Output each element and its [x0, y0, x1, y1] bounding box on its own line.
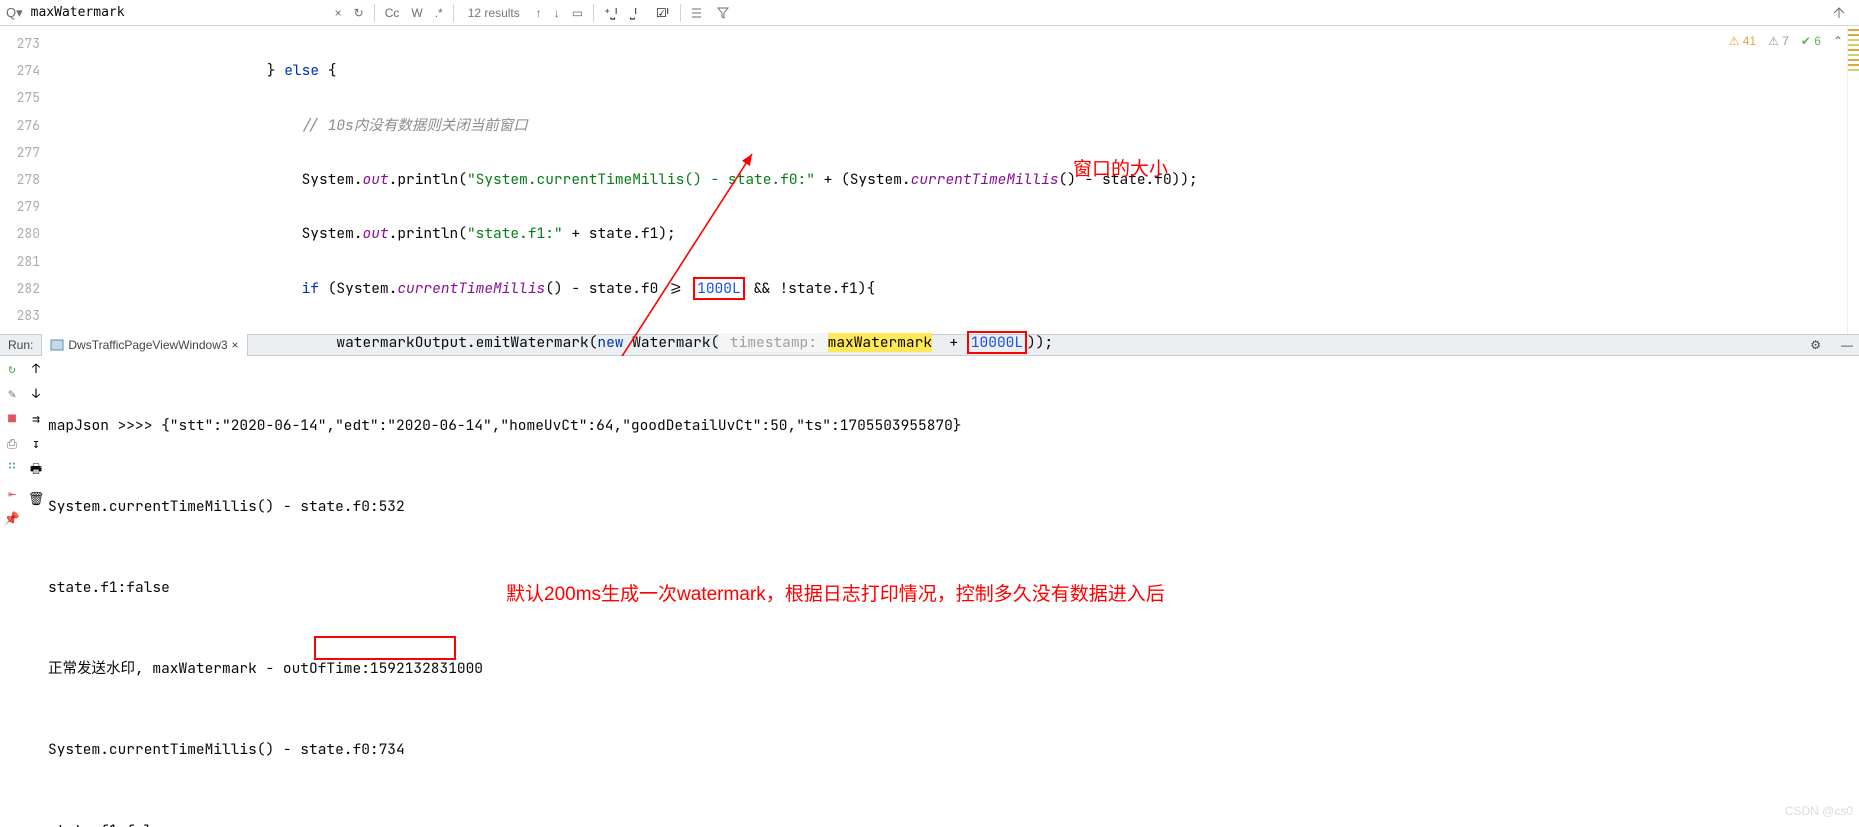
chevron-down-icon[interactable]: ⌃	[1833, 34, 1843, 48]
highlight-maxwatermark: maxWatermark	[828, 333, 932, 352]
regex-button[interactable]: .*	[429, 6, 449, 20]
console-output[interactable]: mapJson >>>> {"stt":"2020-06-14","edt":"…	[48, 356, 1859, 827]
typo-icon[interactable]: ✔ 6	[1801, 34, 1821, 48]
rerun-icon[interactable]: ↻	[8, 360, 16, 377]
search-input[interactable]	[29, 4, 329, 21]
warning-icon[interactable]: ⚠ 41	[1729, 34, 1756, 48]
scroll-to-end-icon[interactable]: ↧	[32, 435, 40, 452]
results-count: 12 results	[458, 6, 530, 20]
hide-toolbar-icon[interactable]	[1827, 7, 1851, 19]
separator	[374, 4, 375, 22]
line-number: 273	[0, 30, 58, 57]
run-tool-window: ↻ ✎ ■ ⎙ ⠛ ⇤ 📌 ↑ ↓ ⇉ ↧ 🖶 🗑 mapJson >>>> {…	[0, 356, 1859, 827]
svg-text:☑ᴵ: ☑ᴵ	[656, 6, 669, 20]
code-area[interactable]: } else { // 10s内没有数据则关闭当前窗口 System.out.p…	[58, 26, 1847, 334]
line-number: 278	[0, 166, 58, 193]
svg-text:⎵ᴵ: ⎵ᴵ	[630, 6, 637, 20]
console-line: state.f1:false	[48, 817, 1859, 827]
show-options-icon[interactable]	[685, 6, 711, 20]
line-number: 283	[0, 302, 58, 329]
pin-icon[interactable]: 📌	[4, 510, 20, 527]
line-number: 277	[0, 139, 58, 166]
line-number: 275	[0, 84, 58, 111]
run-label: Run:	[0, 334, 42, 356]
image-watermark: CSDN @cs0	[1785, 798, 1853, 825]
select-all-icon[interactable]: ▭	[566, 6, 589, 20]
weak-warning-icon[interactable]: ⚠ 7	[1768, 34, 1789, 48]
code-editor[interactable]: 273 274 275 276 277 278 279 280 281 282 …	[0, 26, 1859, 334]
svg-text:⁺⎵ᴵ: ⁺⎵ᴵ	[604, 6, 617, 20]
highlighted-value-box	[314, 636, 456, 660]
remove-selection-icon[interactable]: ⎵ᴵ	[624, 6, 650, 20]
line-number: 282	[0, 275, 58, 302]
window-size-annotation: 窗口的大小	[1073, 156, 1168, 183]
prev-match-icon[interactable]: ↑	[530, 6, 548, 20]
console-line: mapJson >>>> {"stt":"2020-06-14","edt":"…	[48, 412, 1859, 439]
run-second-toolbar: ↑ ↓ ⇉ ↧ 🖶 🗑	[24, 356, 48, 827]
console-line: System.currentTimeMillis() - state.f0:53…	[48, 493, 1859, 520]
separator	[453, 4, 454, 22]
clear-icon[interactable]: 🗑	[28, 490, 45, 507]
window-size-value: 10000L	[967, 331, 1027, 354]
line-number: 276	[0, 112, 58, 139]
watermark-annotation: 默认200ms生成一次watermark，根据日志打印情况，控制多久没有数据进入…	[506, 581, 1165, 608]
words-button[interactable]: W	[405, 6, 428, 20]
inspection-widget[interactable]: ⚠ 41 ⚠ 7 ✔ 6 ⌃	[1729, 34, 1843, 48]
line-number: 274	[0, 57, 58, 84]
filter-icon[interactable]	[711, 7, 735, 19]
find-toolbar: Q▾ × ↻ Cc W .* 12 results ↑ ↓ ▭ ⁺⎵ᴵ ⎵ᴵ ☑…	[0, 0, 1859, 26]
stop-icon[interactable]: ■	[8, 410, 16, 427]
gutter: 273 274 275 276 277 278 279 280 281 282 …	[0, 26, 58, 334]
dump-threads-icon[interactable]: ⎙	[7, 435, 17, 452]
down-icon[interactable]: ↓	[32, 385, 40, 402]
error-stripe[interactable]	[1847, 26, 1859, 334]
soft-wrap-icon[interactable]: ⇉	[32, 410, 40, 427]
console-line: System.currentTimeMillis() - state.f0:73…	[48, 736, 1859, 763]
print-icon[interactable]: 🖶	[30, 460, 42, 482]
add-selection-icon[interactable]: ⁺⎵ᴵ	[598, 6, 624, 20]
layout-icon[interactable]: ⠛	[7, 460, 17, 477]
close-search-icon[interactable]: ×	[329, 6, 348, 20]
line-number: 279	[0, 193, 58, 220]
select-occurrence-icon[interactable]: ☑ᴵ	[650, 6, 676, 20]
match-case-button[interactable]: Cc	[379, 6, 406, 20]
timeout-value: 1000L	[693, 277, 745, 300]
exit-icon[interactable]: ⇤	[8, 485, 16, 502]
search-icon: Q▾	[6, 5, 23, 21]
line-number: 280	[0, 220, 58, 247]
separator	[593, 4, 594, 22]
next-match-icon[interactable]: ↓	[548, 6, 566, 20]
history-icon[interactable]: ↻	[348, 6, 370, 20]
run-left-toolbar: ↻ ✎ ■ ⎙ ⠛ ⇤ 📌	[0, 356, 24, 827]
line-number: 281	[0, 248, 58, 275]
separator	[680, 4, 681, 22]
edit-config-icon[interactable]: ✎	[8, 385, 16, 402]
up-icon[interactable]: ↑	[32, 360, 40, 377]
